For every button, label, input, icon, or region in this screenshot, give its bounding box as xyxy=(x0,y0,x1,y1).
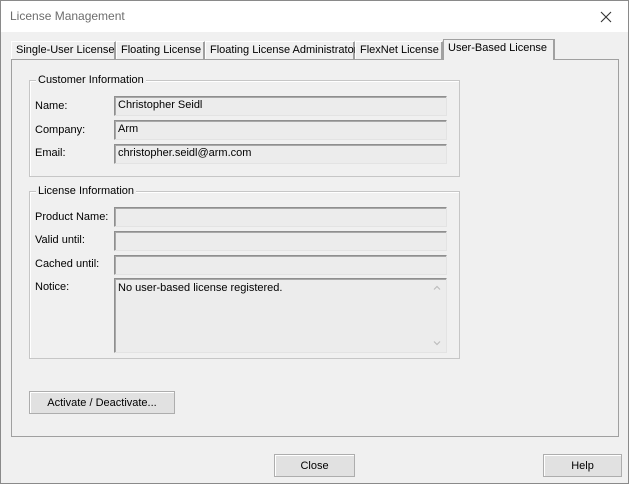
product-name-label: Product Name: xyxy=(35,211,109,223)
cached-until-label: Cached until: xyxy=(35,258,100,270)
notice-label: Notice: xyxy=(35,281,70,293)
activate-deactivate-button[interactable]: Activate / Deactivate... xyxy=(29,391,175,414)
valid-until-field[interactable] xyxy=(114,231,447,251)
product-name-field[interactable] xyxy=(114,207,447,227)
tab-flexnet-license[interactable]: FlexNet License xyxy=(355,41,443,59)
notice-text: No user-based license registered. xyxy=(118,282,283,294)
customer-information-title: Customer Information xyxy=(36,74,146,86)
window-title: License Management xyxy=(10,9,125,23)
company-field[interactable]: Arm xyxy=(114,120,447,140)
license-information-title: License Information xyxy=(36,185,136,197)
tab-floating-license-administrator[interactable]: Floating License Administrator xyxy=(205,41,357,59)
help-button[interactable]: Help xyxy=(543,454,622,477)
cached-until-field[interactable] xyxy=(114,255,447,275)
chevron-up-icon[interactable] xyxy=(432,283,442,293)
title-bar: License Management xyxy=(1,1,628,32)
notice-scrollbar[interactable] xyxy=(429,280,445,351)
close-icon xyxy=(600,11,612,22)
close-button[interactable]: Close xyxy=(274,454,355,477)
email-label: Email: xyxy=(35,147,66,159)
tab-panel-user-based-license: Customer Information Name: Christopher S… xyxy=(11,59,619,437)
notice-textarea[interactable]: No user-based license registered. xyxy=(114,278,447,353)
chevron-down-icon[interactable] xyxy=(432,338,442,348)
tab-floating-license[interactable]: Floating License xyxy=(116,41,205,59)
tab-single-user-license[interactable]: Single-User License xyxy=(11,41,116,59)
tab-user-based-license[interactable]: User-Based License xyxy=(443,39,555,60)
name-field[interactable]: Christopher Seidl xyxy=(114,96,447,116)
license-management-dialog: License Management Single-User License F… xyxy=(0,0,629,484)
name-label: Name: xyxy=(35,100,68,112)
valid-until-label: Valid until: xyxy=(35,234,85,246)
company-label: Company: xyxy=(35,124,86,136)
email-field[interactable]: christopher.seidl@arm.com xyxy=(114,144,447,164)
close-window-button[interactable] xyxy=(584,1,628,32)
